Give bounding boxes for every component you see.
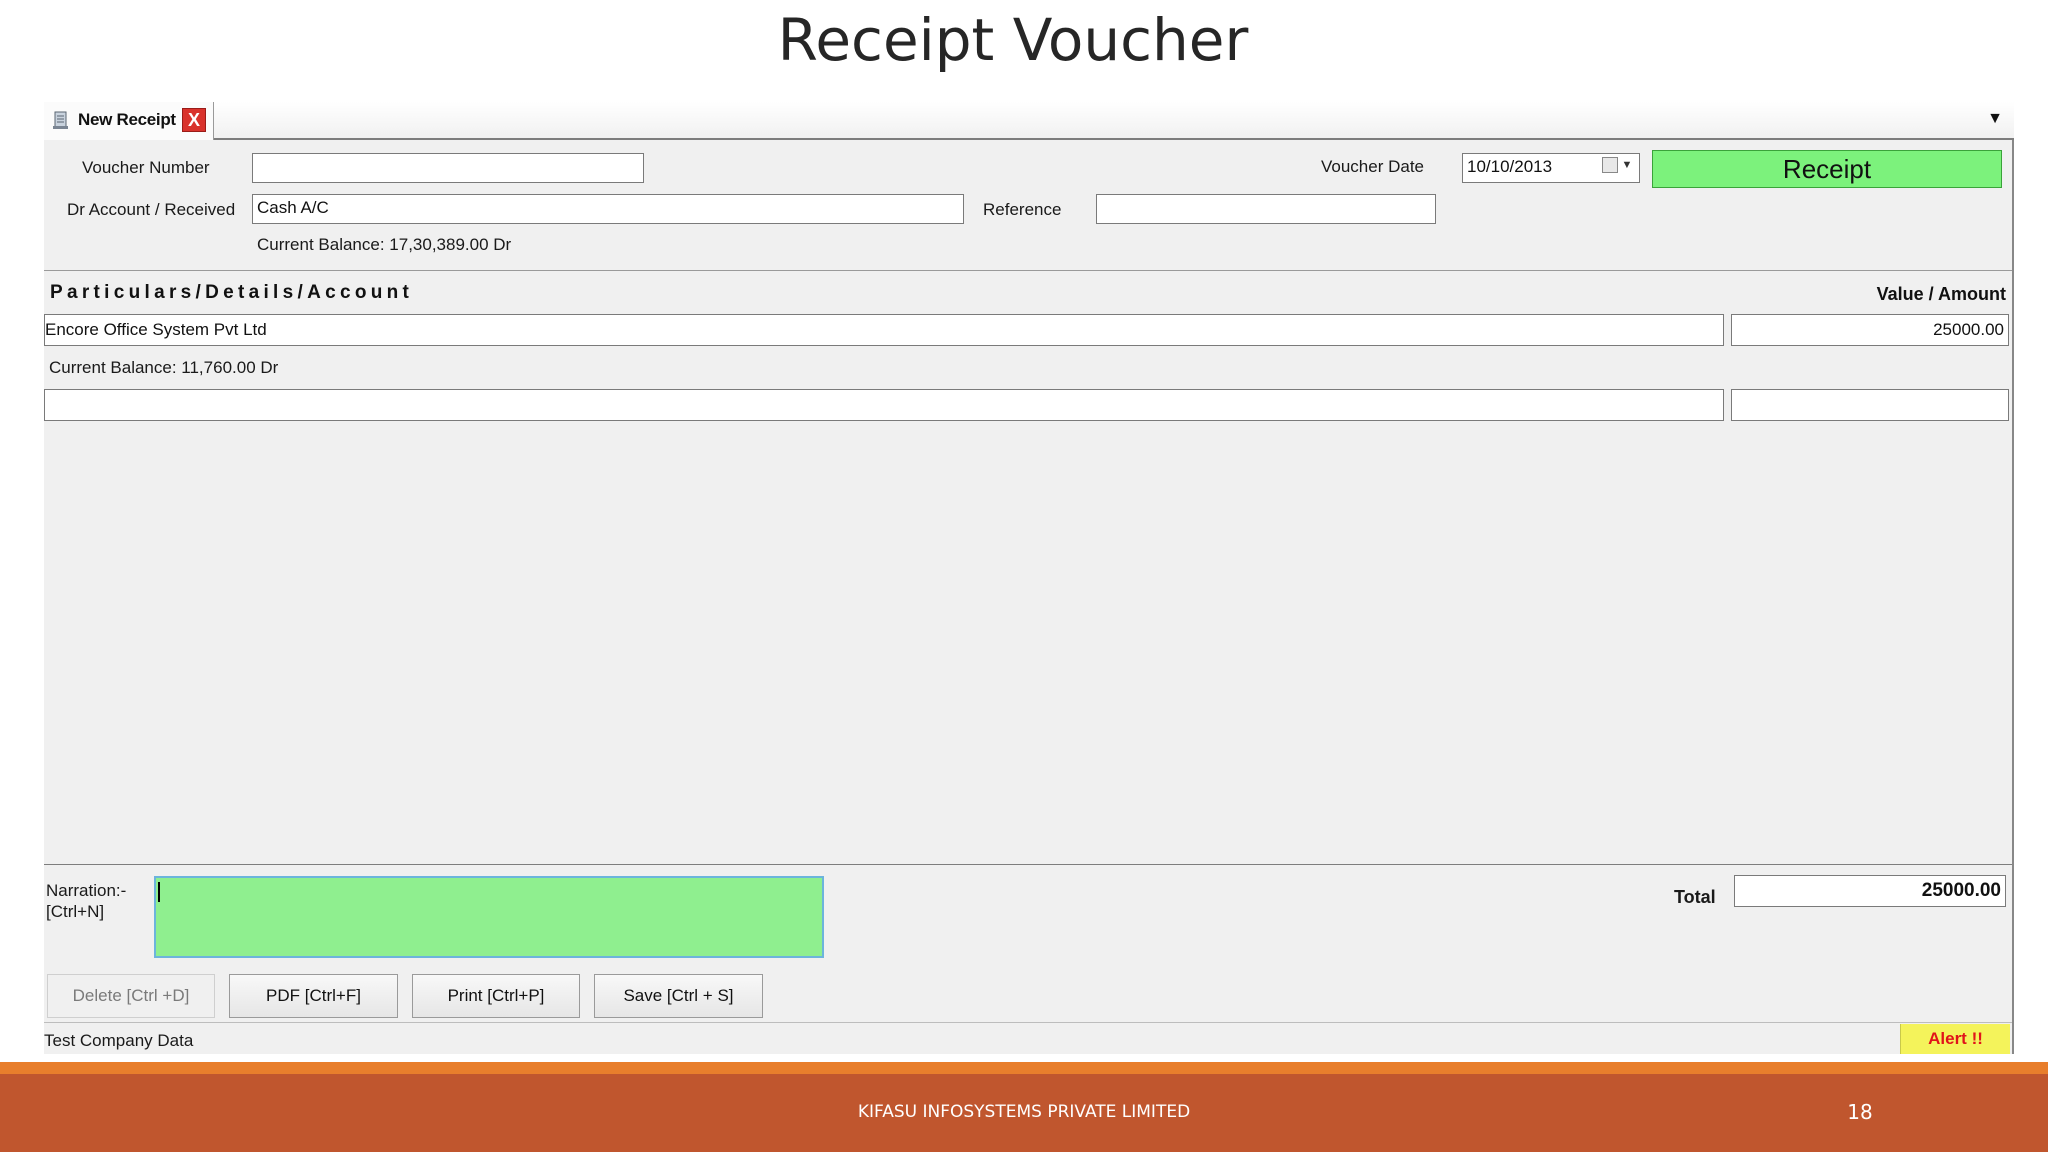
narration-input[interactable]	[154, 876, 824, 958]
close-icon[interactable]: X	[182, 108, 206, 132]
status-bar	[44, 1022, 2012, 1054]
voucher-date-label: Voucher Date	[1321, 157, 1425, 176]
grid-row-amount[interactable]: 25000.00	[1731, 314, 2009, 346]
grid-bottom-divider	[44, 864, 2012, 865]
tab-strip	[44, 102, 2014, 140]
header-divider	[44, 270, 2012, 271]
total-field: 25000.00	[1734, 875, 2006, 907]
narration-label: Narration:-	[46, 881, 127, 900]
row-current-balance: Current Balance: 11,760.00 Dr	[49, 358, 279, 377]
voucher-number-label: Voucher Number	[82, 158, 210, 177]
text-caret	[158, 882, 160, 902]
footer-company: KIFASU INFOSYSTEMS PRIVATE LIMITED	[857, 1102, 1191, 1122]
reference-field[interactable]	[1096, 194, 1436, 224]
page-number: 18	[1847, 1100, 1873, 1124]
status-company: Test Company Data	[44, 1031, 194, 1050]
total-label: Total	[1674, 887, 1716, 907]
slide-title: Receipt Voucher	[777, 6, 1249, 74]
pdf-button[interactable]: PDF [Ctrl+F]	[229, 974, 398, 1018]
grid-new-row-account[interactable]	[44, 389, 1724, 421]
dr-account-label: Dr Account / Received	[67, 200, 236, 219]
calendar-icon[interactable]	[1602, 157, 1618, 173]
narration-shortcut-label: [Ctrl+N]	[46, 902, 105, 921]
date-dropdown-arrow-icon[interactable]: ▼	[1620, 156, 1634, 174]
voucher-number-field[interactable]	[252, 153, 644, 183]
print-button[interactable]: Print [Ctrl+P]	[412, 974, 580, 1018]
save-button[interactable]: Save [Ctrl + S]	[594, 974, 763, 1018]
tab-menu-dropdown-icon[interactable]: ▼	[1984, 108, 2006, 130]
grid-row-account[interactable]: Encore Office System Pvt Ltd	[44, 314, 1724, 346]
voucher-type-badge: Receipt	[1652, 150, 2002, 188]
alert-button[interactable]: Alert !!	[1900, 1024, 2010, 1054]
account-current-balance: Current Balance: 17,30,389.00 Dr	[257, 235, 512, 254]
document-icon	[53, 111, 68, 129]
footer-accent-line	[0, 1062, 2048, 1074]
delete-button[interactable]: Delete [Ctrl +D]	[47, 974, 215, 1018]
reference-label: Reference	[983, 200, 1062, 219]
value-header: Value / Amount	[1876, 284, 2006, 304]
particulars-header: Particulars/Details/Account	[50, 282, 414, 303]
tab-label: New Receipt	[78, 110, 176, 129]
grid-new-row-amount[interactable]	[1731, 389, 2009, 421]
dr-account-field[interactable]: Cash A/C	[252, 194, 964, 224]
